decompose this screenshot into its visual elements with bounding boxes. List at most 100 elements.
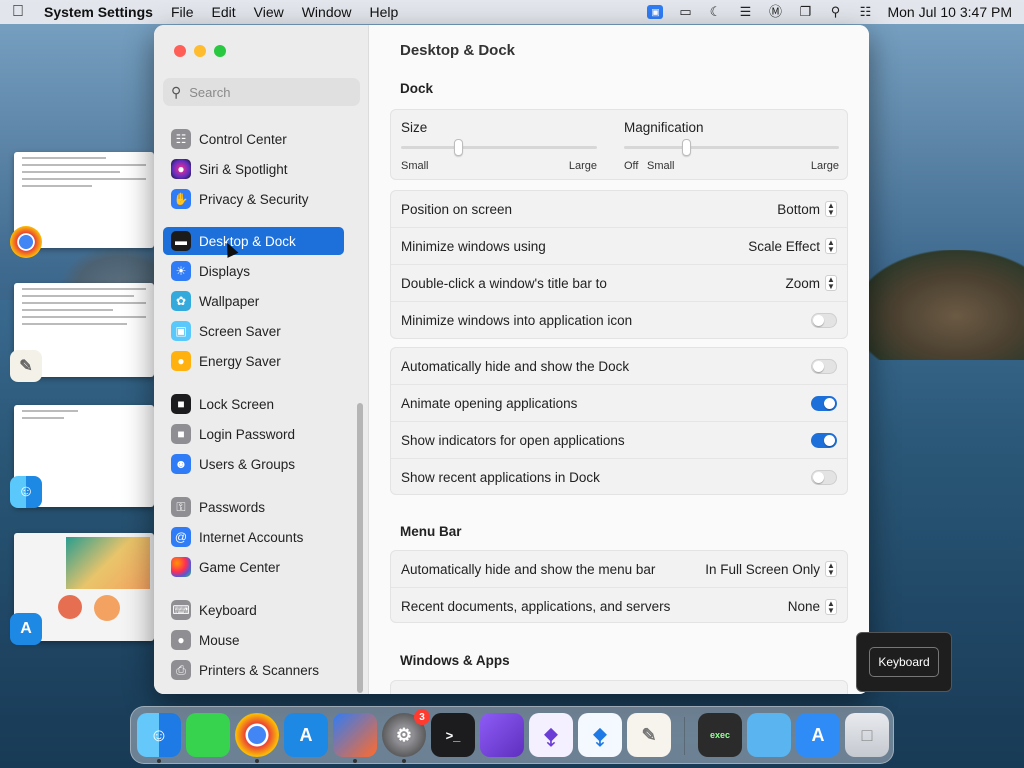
mouse-icon: ●: [171, 630, 191, 650]
control-center-icon[interactable]: ☷: [857, 5, 873, 19]
dock-icon: ▬: [171, 231, 191, 251]
view-menu[interactable]: View: [254, 4, 284, 20]
menu-bar-autohide-popup[interactable]: In Full Screen Only ▲ ▼: [705, 561, 837, 577]
keyboard-icon: ⌨: [171, 600, 191, 620]
recent-items-popup[interactable]: None ▲ ▼: [788, 598, 837, 615]
visual-studio-dock-icon[interactable]: ⧪: [529, 713, 573, 757]
chrome-dock-icon[interactable]: [235, 713, 279, 757]
sidebar-item-label: Displays: [199, 263, 251, 279]
focus-moon-icon[interactable]: ☾: [707, 5, 723, 19]
position-popup[interactable]: Bottom ▲ ▼: [777, 201, 837, 217]
screen-share-icon[interactable]: ▣: [647, 5, 664, 19]
sidebar-item-passwords[interactable]: ⚿ Passwords: [163, 493, 344, 521]
mag-small-label: Small: [647, 160, 675, 172]
dock: ☺ A ⚙ 3 >_ ⧪ ⧪ ✎ exec A □: [130, 706, 894, 764]
menu-clock[interactable]: Mon Jul 10 3:47 PM: [887, 4, 1012, 20]
textedit-dock-icon[interactable]: ✎: [627, 713, 671, 757]
size-large-label: Large: [568, 160, 597, 172]
popup-chevrons-icon: ▲ ▼: [825, 598, 837, 615]
textedit-icon[interactable]: ✎: [10, 350, 42, 382]
section-title-windows-apps: Windows & Apps: [400, 653, 510, 668]
sidebar-item-label: Internet Accounts: [199, 529, 304, 545]
app-store-dock-icon[interactable]: A: [284, 713, 328, 757]
row-label: Recent documents, applications, and serv…: [401, 599, 671, 614]
size-slider[interactable]: [453, 139, 463, 156]
display-icon[interactable]: ▭: [677, 5, 693, 19]
minimize-into-icon-toggle[interactable]: [811, 313, 837, 328]
sidebar-item-control-center[interactable]: ☷ Control Center: [163, 125, 344, 153]
search-field[interactable]: ⚲ Search: [163, 78, 360, 106]
edit-menu[interactable]: Edit: [212, 4, 236, 20]
sidebar-item-game-center[interactable]: Game Center: [163, 553, 344, 581]
show-indicators-toggle[interactable]: [811, 432, 837, 448]
settings-row: Position on screen Bottom ▲ ▼: [391, 191, 847, 228]
folder-dock-icon[interactable]: [747, 713, 791, 757]
sidebar-item-label: Users & Groups: [199, 456, 296, 472]
sidebar-item-users-groups[interactable]: ☻ Users & Groups: [163, 450, 344, 478]
popup-value: Zoom: [785, 275, 820, 291]
sidebar-item-label: Privacy & Security: [199, 191, 309, 207]
sidebar-item-siri-spotlight[interactable]: ● Siri & Spotlight: [163, 155, 344, 183]
file-menu[interactable]: File: [171, 4, 194, 20]
sidebar-item-screen-saver[interactable]: ▣ Screen Saver: [163, 317, 344, 345]
sidebar-item-energy-saver[interactable]: ● Energy Saver: [163, 347, 344, 375]
window-menu[interactable]: Window: [302, 4, 352, 20]
autohide-dock-toggle[interactable]: [811, 358, 837, 374]
dock-size-group: Size Small Large Magnification Off Small…: [390, 109, 848, 180]
printer-icon: ⎙: [171, 660, 191, 680]
notification-badge: 3: [414, 709, 430, 725]
help-menu[interactable]: Help: [370, 4, 399, 20]
zoom-button[interactable]: [214, 45, 226, 57]
tooltip-label: Keyboard: [869, 647, 939, 677]
terminal-dock-icon[interactable]: >_: [431, 713, 475, 757]
sidebar: ⚲ Search ☷ Control Center ● Siri & Spotl…: [154, 25, 369, 694]
sidebar-item-label: Desktop & Dock: [199, 233, 296, 249]
xcode-dock-icon[interactable]: A: [796, 713, 840, 757]
apple-menu-icon[interactable]: : [12, 3, 26, 21]
chrome-icon[interactable]: [10, 226, 42, 258]
sidebar-item-internet-accounts[interactable]: @ Internet Accounts: [163, 523, 344, 551]
notes-dock-icon[interactable]: [186, 713, 230, 757]
sidebar-item-wallpaper[interactable]: ✿ Wallpaper: [163, 287, 344, 315]
stage-manager-icon[interactable]: ☰: [737, 5, 753, 19]
sidebar-item-label: Control Center: [199, 131, 287, 147]
sidebar-item-mouse[interactable]: ● Mouse: [163, 626, 344, 654]
exec-dock-icon[interactable]: exec: [698, 713, 742, 757]
finder-dock-icon[interactable]: ☺: [137, 713, 181, 757]
minimize-effect-popup[interactable]: Scale Effect ▲ ▼: [748, 238, 837, 254]
sidebar-scrollbar[interactable]: [357, 403, 363, 693]
recent-apps-toggle[interactable]: [811, 470, 837, 485]
sidebar-item-privacy-security[interactable]: ✋ Privacy & Security: [163, 185, 344, 213]
trash-dock-icon[interactable]: □: [845, 713, 889, 757]
sidebar-item-printers-scanners[interactable]: ⎙ Printers & Scanners: [163, 656, 344, 684]
workbench-dock-icon[interactable]: [333, 713, 377, 757]
system-settings-dock-icon[interactable]: ⚙ 3: [382, 709, 430, 757]
row-label: Minimize windows into application icon: [401, 313, 633, 328]
popup-value: Scale Effect: [748, 238, 820, 254]
accessibility-icon[interactable]: Ⓜ: [767, 5, 783, 19]
sidebar-item-keyboard[interactable]: ⌨ Keyboard: [163, 596, 344, 624]
size-label: Size: [401, 120, 428, 135]
sidebar-item-label: Lock Screen: [199, 396, 275, 412]
key-icon: ⚿: [171, 497, 191, 517]
row-label: Show indicators for open applications: [401, 432, 625, 448]
minimize-button[interactable]: [194, 45, 206, 57]
animate-opening-toggle[interactable]: [811, 395, 837, 411]
title-bar-action-popup[interactable]: Zoom ▲ ▼: [785, 275, 837, 291]
app-store-icon[interactable]: A: [10, 613, 42, 645]
sidebar-item-lock-screen[interactable]: ■ Lock Screen: [163, 390, 344, 418]
vscode-dock-icon[interactable]: ⧪: [578, 713, 622, 757]
finder-icon[interactable]: ☺: [10, 476, 42, 508]
magnification-slider[interactable]: [682, 139, 692, 156]
spotlight-search-icon[interactable]: ⚲: [827, 5, 843, 19]
sidebar-item-label: Printers & Scanners: [199, 662, 320, 678]
sidebar-item-displays[interactable]: ☀ Displays: [163, 257, 344, 285]
window-controls: [174, 45, 226, 57]
app-menu[interactable]: System Settings: [44, 4, 153, 20]
sidebar-item-login-password[interactable]: ■ Login Password: [163, 420, 344, 448]
close-button[interactable]: [174, 45, 186, 57]
sidebar-item-desktop-dock[interactable]: ▬ Desktop & Dock: [163, 227, 344, 255]
window-icon[interactable]: ❐: [797, 5, 813, 19]
sidebar-item-label: Login Password: [199, 426, 296, 442]
purple-app-dock-icon[interactable]: [480, 713, 524, 757]
